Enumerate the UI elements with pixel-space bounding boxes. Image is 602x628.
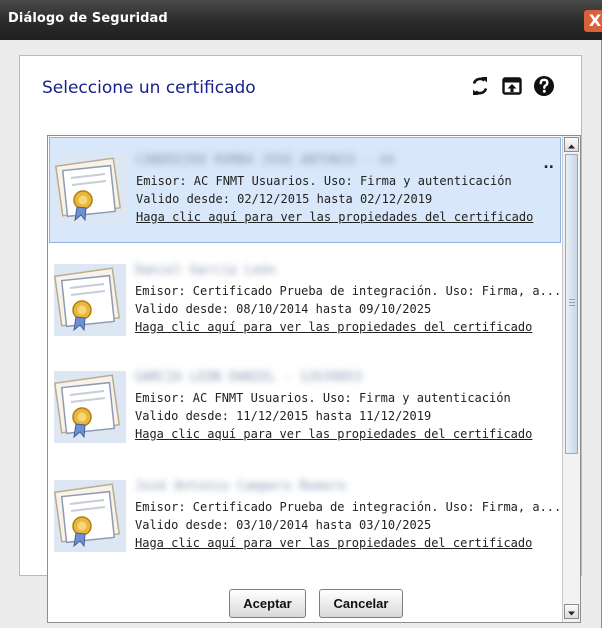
certificate-icon xyxy=(55,154,127,226)
certificate-details: José Antonio Campero Romero Emisor: Cert… xyxy=(135,476,559,552)
certificate-holder-name: José Antonio Campero Romero xyxy=(135,479,347,494)
arrow-up-icon xyxy=(568,144,575,149)
certificate-item-3[interactable]: GARCIA LEON DANIEL - 12639853 Emisor: AC… xyxy=(49,355,561,461)
certificate-validity: Valido desde: 11/12/2015 hasta 11/12/201… xyxy=(135,409,432,423)
certificate-properties-link[interactable]: Haga clic aquí para ver las propiedades … xyxy=(135,318,559,336)
certificate-validity: Valido desde: 08/10/2014 hasta 09/10/202… xyxy=(135,302,432,316)
refresh-icon[interactable] xyxy=(469,74,491,98)
certificate-item-4[interactable]: José Antonio Campero Romero Emisor: Cert… xyxy=(49,464,561,570)
accept-button[interactable]: Aceptar xyxy=(229,589,306,618)
title-bar[interactable]: Diálogo de Seguridad X xyxy=(0,0,602,40)
certificate-item-2[interactable]: Daniel García León Emisor: Certificado P… xyxy=(49,248,561,354)
certificate-issuer: Emisor: AC FNMT Usuarios. Uso: Firma y a… xyxy=(135,391,511,405)
cancel-button[interactable]: Cancelar xyxy=(319,589,403,618)
certificate-validity: Valido desde: 03/10/2014 hasta 03/10/202… xyxy=(135,518,432,532)
arrow-down-icon xyxy=(568,611,575,616)
certificate-validity: Valido desde: 02/12/2015 hasta 02/12/201… xyxy=(136,192,433,206)
certificate-details: Daniel García León Emisor: Certificado P… xyxy=(135,260,559,336)
certificate-properties-link[interactable]: Haga clic aquí para ver las propiedades … xyxy=(135,534,559,552)
certificate-details: GARCIA LEON DANIEL - 12639853 Emisor: AC… xyxy=(135,367,559,443)
vertical-scrollbar[interactable] xyxy=(562,136,580,622)
scroll-up-button[interactable] xyxy=(564,137,579,152)
security-dialog-window: Diálogo de Seguridad X Seleccione un cer… xyxy=(0,0,602,628)
certificate-properties-link[interactable]: Haga clic aquí para ver las propiedades … xyxy=(135,425,559,443)
close-icon: X xyxy=(588,11,602,30)
help-icon[interactable] xyxy=(533,74,555,98)
certificate-issuer: Emisor: Certificado Prueba de integració… xyxy=(135,500,559,514)
certificate-issuer: Emisor: AC FNMT Usuarios. Uso: Firma y a… xyxy=(136,174,512,188)
scroll-thumb[interactable] xyxy=(565,154,578,454)
certificate-details: CANDEEIRO ROMBA JOSE ANTONIO - 44 Emisor… xyxy=(136,150,560,226)
certificate-holder-name: Daniel García León xyxy=(135,263,276,278)
toolbar xyxy=(469,74,555,100)
certificate-holder-name: CANDEEIRO ROMBA JOSE ANTONIO - 44 xyxy=(136,153,395,168)
scroll-down-button[interactable] xyxy=(564,604,579,619)
window-title: Diálogo de Seguridad xyxy=(8,11,168,26)
certificate-icon xyxy=(54,264,126,336)
certificate-icon xyxy=(54,371,126,443)
dialog-content: Seleccione un certificado CANDEEIRO ROMB… xyxy=(19,55,582,623)
certificate-properties-link[interactable]: Haga clic aquí para ver las propiedades … xyxy=(136,208,560,226)
certificate-issuer: Emisor: Certificado Prueba de integració… xyxy=(135,284,559,298)
truncation-ellipsis: .. xyxy=(543,156,554,172)
open-file-icon[interactable] xyxy=(501,74,523,98)
certificate-holder-name: GARCIA LEON DANIEL - 12639853 xyxy=(135,370,362,385)
close-button[interactable]: X xyxy=(584,10,602,32)
dialog-heading: Seleccione un certificado xyxy=(42,78,256,98)
certificate-list[interactable]: CANDEEIRO ROMBA JOSE ANTONIO - 44 Emisor… xyxy=(47,135,581,623)
scroll-grip xyxy=(569,299,575,300)
certificate-item-1[interactable]: CANDEEIRO ROMBA JOSE ANTONIO - 44 Emisor… xyxy=(49,137,561,243)
certificate-icon xyxy=(54,480,126,552)
